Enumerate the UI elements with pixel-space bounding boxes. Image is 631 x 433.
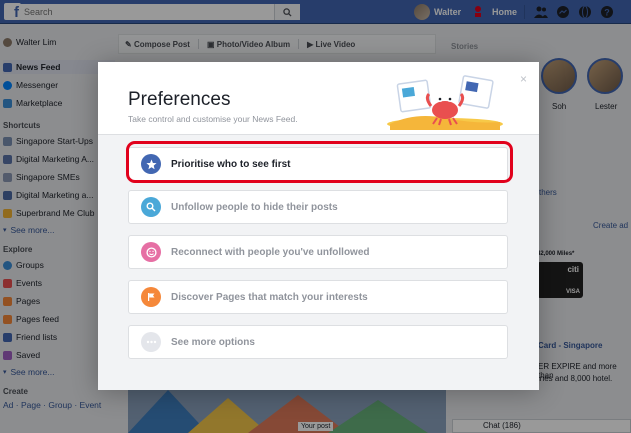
close-button[interactable]: × (520, 72, 527, 86)
preferences-dialog: Preferences Take control and customise y… (98, 62, 539, 390)
option-discover-pages[interactable]: Discover Pages that match your interests (128, 280, 508, 314)
highlight-annotation (126, 141, 513, 183)
dialog-header: Preferences Take control and customise y… (98, 62, 539, 137)
option-see-more[interactable]: See more options (128, 325, 508, 359)
preferences-illustration-icon (387, 75, 503, 130)
option-label: Unfollow people to hide their posts (171, 201, 338, 213)
option-reconnect[interactable]: Reconnect with people you've unfollowed (128, 235, 508, 269)
smile-icon (141, 242, 161, 262)
more-icon (141, 332, 161, 352)
option-unfollow[interactable]: Unfollow people to hide their posts (128, 190, 508, 224)
flag-icon (141, 287, 161, 307)
dialog-title: Preferences (128, 89, 231, 110)
option-label: Discover Pages that match your interests (171, 291, 368, 303)
option-label: Reconnect with people you've unfollowed (171, 246, 370, 258)
dialog-subtitle: Take control and customise your News Fee… (128, 114, 298, 124)
option-label: See more options (171, 336, 255, 348)
search-icon (141, 197, 161, 217)
